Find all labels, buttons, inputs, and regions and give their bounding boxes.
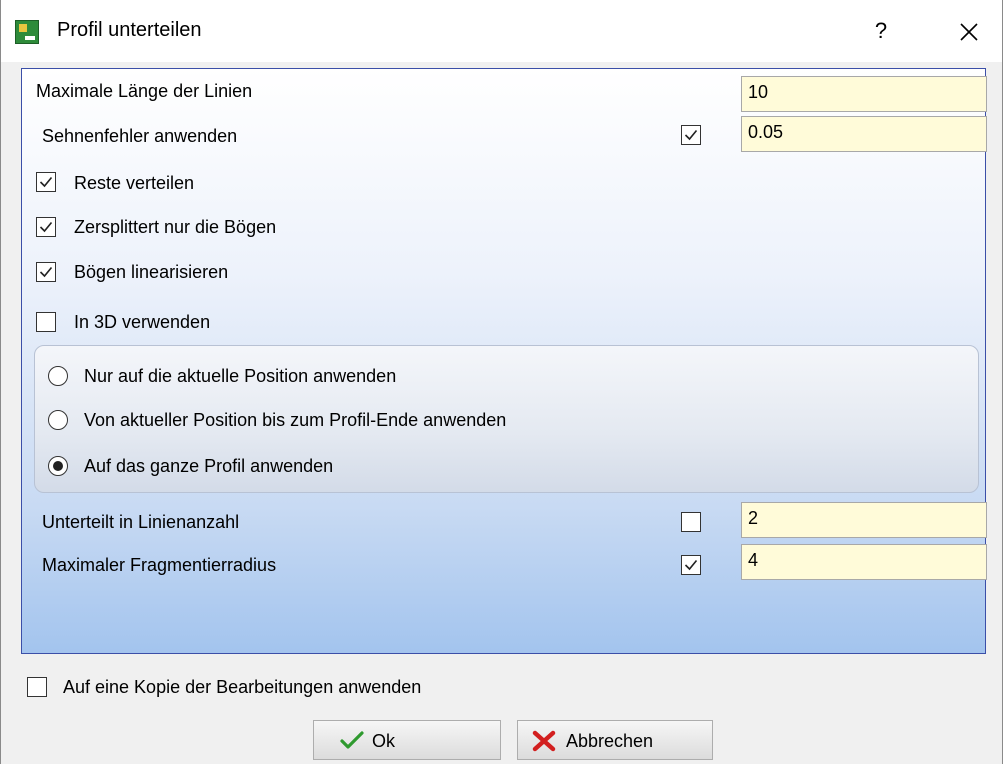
line-count-input[interactable]: 2 xyxy=(741,502,987,538)
use-3d-checkbox[interactable] xyxy=(36,312,56,332)
radio-current-to-end[interactable] xyxy=(48,410,68,430)
dialog-window: Profil unterteilen ? Maximale Länge der … xyxy=(0,0,1003,764)
checkmark-icon xyxy=(39,266,53,278)
ok-button[interactable]: Ok xyxy=(313,720,501,760)
max-fragment-radius-checkbox[interactable] xyxy=(681,555,701,575)
close-icon xyxy=(960,23,978,41)
chord-error-input[interactable]: 0.05 xyxy=(741,116,987,152)
checkmark-icon xyxy=(684,559,698,571)
app-icon xyxy=(15,20,39,44)
radio-whole-profile[interactable] xyxy=(48,456,68,476)
apply-to-copy-checkbox[interactable] xyxy=(27,677,47,697)
checkmark-icon xyxy=(684,129,698,141)
checkmark-icon xyxy=(39,176,53,188)
linearize-arcs-label: Bögen linearisieren xyxy=(74,262,229,282)
chord-error-checkbox[interactable] xyxy=(681,125,701,145)
ok-button-label: Ok xyxy=(372,731,396,751)
apply-to-copy-label: Auf eine Kopie der Bearbeitungen anwende… xyxy=(63,677,422,697)
linearize-arcs-checkbox[interactable] xyxy=(36,262,56,282)
use-3d-label: In 3D verwenden xyxy=(74,312,211,332)
max-line-length-input[interactable]: 10 xyxy=(741,76,987,112)
split-arcs-only-label: Zersplittert nur die Bögen xyxy=(74,217,277,237)
settings-panel: Maximale Länge der Linien 10 Sehnenfehle… xyxy=(21,68,987,654)
close-button[interactable] xyxy=(947,12,991,50)
dialog-title: Profil unterteilen xyxy=(57,19,202,41)
cancel-button-label: Abbrechen xyxy=(566,731,654,751)
scope-radio-group: Nur auf die aktuelle Position anwenden V… xyxy=(34,345,979,493)
red-x-icon xyxy=(532,730,556,752)
radio-current-position-label: Nur auf die aktuelle Position anwenden xyxy=(84,366,397,386)
radio-current-to-end-label: Von aktueller Position bis zum Profil-En… xyxy=(84,410,507,430)
check-icon xyxy=(340,731,364,749)
split-arcs-only-checkbox[interactable] xyxy=(36,217,56,237)
line-count-label: Unterteilt in Linienanzahl xyxy=(42,512,240,532)
line-count-checkbox[interactable] xyxy=(681,512,701,532)
max-fragment-radius-input[interactable]: 4 xyxy=(741,544,987,580)
max-fragment-radius-label: Maximaler Fragmentierradius xyxy=(42,555,277,575)
radio-selected-dot xyxy=(53,461,63,471)
cancel-button[interactable]: Abbrechen xyxy=(517,720,713,760)
reste-verteilen-checkbox[interactable] xyxy=(36,172,56,192)
max-line-length-label: Maximale Länge der Linien xyxy=(36,81,253,101)
radio-current-position[interactable] xyxy=(48,366,68,386)
chord-error-label: Sehnenfehler anwenden xyxy=(42,126,238,146)
help-button[interactable]: ? xyxy=(861,12,901,50)
reste-verteilen-label: Reste verteilen xyxy=(74,173,195,193)
title-bar: Profil unterteilen ? xyxy=(1,0,1002,62)
radio-whole-profile-label: Auf das ganze Profil anwenden xyxy=(84,456,334,476)
checkmark-icon xyxy=(39,221,53,233)
